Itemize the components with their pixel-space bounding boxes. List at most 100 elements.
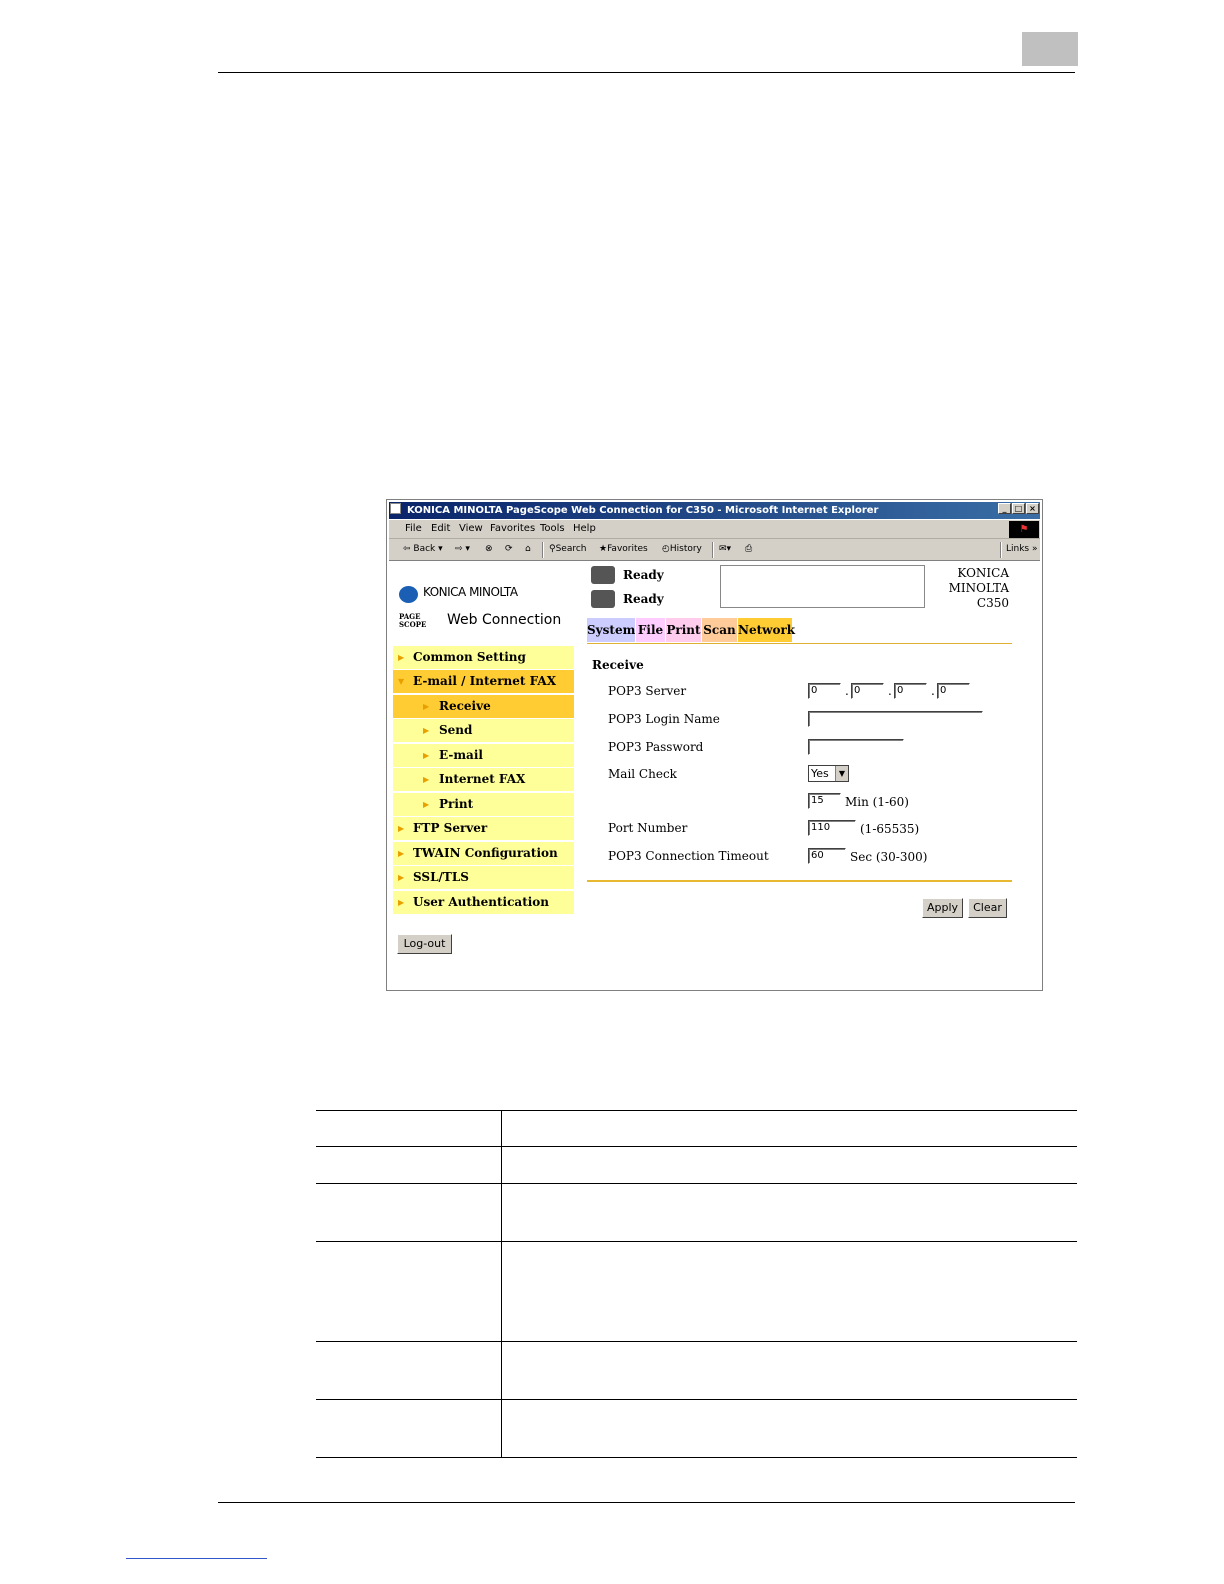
table-rule [316, 1110, 1077, 1111]
sidebar-item-twain-configuration[interactable]: ▶ TWAIN Configuration [393, 842, 574, 865]
apply-button[interactable]: Apply [922, 898, 963, 918]
sidebar-item-common-setting[interactable]: ▶ Common Setting [393, 646, 574, 669]
forward-button[interactable]: ⇨ ▾ [455, 544, 470, 554]
table-rule [316, 1399, 1077, 1400]
scanner-status: Ready [623, 592, 664, 606]
links-label: Links [1006, 544, 1030, 554]
arrow-right-icon: ▶ [423, 725, 430, 735]
menu-favorites[interactable]: Favorites [490, 523, 535, 534]
sidebar-item-internet-fax[interactable]: ▶ Internet FAX [393, 768, 574, 791]
arrow-right-icon: ▶ [423, 701, 430, 711]
printer-icon [591, 566, 615, 584]
sidebar-item-receive[interactable]: ▶ Receive [393, 695, 574, 718]
port-range: (1-65535) [860, 822, 920, 836]
search-button[interactable]: ⚲Search [549, 544, 587, 554]
tab-divider [587, 643, 1012, 644]
search-label: Search [555, 544, 587, 554]
octet-separator: . [845, 684, 849, 698]
table-rule [316, 1341, 1077, 1342]
toolbar-separator [1000, 542, 1002, 558]
print-icon[interactable]: ⎙ [745, 544, 752, 554]
toolbar-separator [542, 542, 544, 558]
sidebar-item-ftp-server[interactable]: ▶ FTP Server [393, 817, 574, 840]
toolbar: ⇦ Back ▾ ⇨ ▾ ⊗ ⟳ ⌂ ⚲Search ★Favorites ◴H… [389, 539, 1040, 561]
clear-button[interactable]: Clear [968, 898, 1007, 918]
pop3-server-octet-3[interactable]: 0 [894, 683, 927, 699]
minimize-button[interactable]: _ [998, 503, 1011, 514]
sidebar-item-email[interactable]: ▶ E-mail [393, 744, 574, 767]
close-button[interactable]: × [1026, 503, 1039, 514]
port-number-label: Port Number [608, 821, 688, 835]
tab-scan[interactable]: Scan [702, 618, 737, 642]
mail-check-interval-input[interactable]: 15 [808, 793, 841, 809]
footer-rule [218, 1502, 1075, 1503]
menu-file[interactable]: File [405, 523, 422, 534]
model-line: MINOLTA [948, 581, 1009, 595]
pop3-password-input[interactable] [808, 739, 904, 755]
arrow-right-icon: ▶ [423, 774, 430, 784]
port-number-input[interactable]: 110 [808, 820, 856, 836]
tab-network[interactable]: Network [738, 618, 795, 642]
form-divider [587, 880, 1012, 882]
arrow-right-icon: ▶ [398, 652, 405, 662]
refresh-icon[interactable]: ⟳ [505, 544, 513, 554]
menu-bar: File Edit View Favorites Tools Help ⚑ [389, 520, 1040, 539]
maximize-button[interactable]: □ [1012, 503, 1025, 514]
scanner-icon [591, 590, 615, 608]
favorites-button[interactable]: ★Favorites [599, 544, 648, 554]
interval-unit: Min (1-60) [845, 795, 909, 809]
pop3-server-octet-1[interactable]: 0 [808, 683, 841, 699]
logout-button[interactable]: Log-out [397, 934, 452, 954]
pop3-login-input[interactable] [808, 711, 983, 727]
konica-minolta-logo-icon [399, 586, 418, 603]
sidebar-item-send[interactable]: ▶ Send [393, 719, 574, 742]
menu-view[interactable]: View [459, 523, 483, 534]
pop3-server-octet-2[interactable]: 0 [851, 683, 884, 699]
stop-icon[interactable]: ⊗ [485, 544, 493, 554]
mail-check-select[interactable]: Yes ▼ [808, 765, 849, 782]
section-title: Receive [592, 658, 644, 672]
back-label: Back [413, 544, 436, 554]
menu-help[interactable]: Help [573, 523, 596, 534]
arrow-right-icon: ▶ [398, 823, 405, 833]
chevron-down-icon: ▼ [835, 766, 848, 781]
home-icon[interactable]: ⌂ [525, 544, 531, 554]
sidebar-item-print[interactable]: ▶ Print [393, 793, 574, 816]
footer-link-underline[interactable] [126, 1558, 267, 1559]
octet-separator: . [931, 684, 935, 698]
arrow-right-icon: ▶ [398, 872, 405, 882]
mail-icon[interactable]: ✉▾ [719, 544, 731, 554]
tab-system[interactable]: System [587, 618, 635, 642]
sidebar-item-email-internet-fax[interactable]: ▼ E-mail / Internet FAX [393, 670, 574, 693]
toolbar-separator [712, 542, 714, 558]
product-name: Web Connection [447, 612, 562, 628]
menu-edit[interactable]: Edit [431, 523, 450, 534]
menu-tools[interactable]: Tools [540, 523, 565, 534]
tab-file[interactable]: File [636, 618, 665, 642]
chapter-tab [1022, 32, 1078, 66]
favorites-label: Favorites [607, 544, 648, 554]
model-line: KONICA [957, 566, 1009, 580]
sidebar-item-user-authentication[interactable]: ▶ User Authentication [393, 891, 574, 914]
pop3-server-octet-4[interactable]: 0 [937, 683, 970, 699]
tab-print[interactable]: Print [666, 618, 701, 642]
browser-window: KONICA MINOLTA PageScope Web Connection … [386, 499, 1043, 991]
timeout-unit: Sec (30-300) [850, 850, 928, 864]
mail-check-label: Mail Check [608, 767, 677, 781]
timeout-input[interactable]: 60 [808, 848, 846, 864]
arrow-down-icon: ▼ [398, 676, 405, 686]
search-icon: ⚲ [549, 544, 556, 554]
sidebar-item-ssl-tls[interactable]: ▶ SSL/TLS [393, 866, 574, 889]
pop3-password-label: POP3 Password [608, 740, 704, 754]
history-button[interactable]: ◴History [662, 544, 702, 554]
history-icon: ◴ [662, 544, 670, 554]
back-button[interactable]: ⇦ Back ▾ [403, 544, 443, 554]
table-column-divider [501, 1110, 502, 1458]
windows-logo-icon: ⚑ [1009, 521, 1039, 538]
arrow-right-icon: ▶ [398, 848, 405, 858]
device-model: KONICA MINOLTA C350 [929, 566, 1009, 611]
brand-name: KONICA MINOLTA [423, 585, 518, 599]
arrow-right-icon: ▶ [398, 897, 405, 907]
octet-separator: . [888, 684, 892, 698]
links-button[interactable]: Links » [1006, 544, 1038, 554]
